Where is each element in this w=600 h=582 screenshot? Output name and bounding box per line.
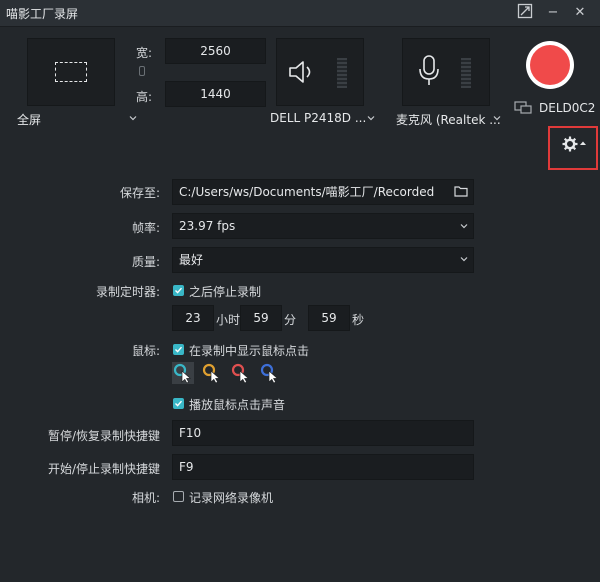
title-bar xyxy=(0,0,600,27)
fps-chevron-down-icon[interactable] xyxy=(460,222,468,230)
quality-chevron-down-icon[interactable] xyxy=(460,255,468,263)
monitor-id-label: DELD0C2 xyxy=(539,101,596,115)
click-sound-checkbox[interactable] xyxy=(173,398,184,409)
close-icon[interactable]: ✕ xyxy=(570,3,590,23)
seconds-input[interactable]: 59 xyxy=(308,305,350,331)
monitor-icon xyxy=(514,101,532,114)
height-input[interactable]: 1440 xyxy=(165,81,266,107)
fps-label: 帧率: xyxy=(131,221,160,235)
microphone-toggle[interactable] xyxy=(402,38,490,106)
display-device-chevron-down-icon[interactable] xyxy=(367,114,375,122)
cursor-color-option[interactable] xyxy=(201,362,223,384)
camera-checkbox-label: 记录网络录像机 xyxy=(189,491,274,505)
checkmark-icon xyxy=(175,400,183,407)
quality-select[interactable]: 最好 xyxy=(172,247,474,273)
capture-mode-label[interactable]: 全屏 xyxy=(17,111,41,128)
camera-checkbox[interactable] xyxy=(173,491,184,502)
save-path-label: 保存至: xyxy=(119,186,160,200)
capture-mode-chevron-down-icon[interactable] xyxy=(129,114,137,122)
display-device-label[interactable]: DELL P2418D ... xyxy=(270,111,366,125)
timer-label: 录制定时器: xyxy=(95,285,160,299)
microphone-icon xyxy=(419,55,439,85)
folder-icon[interactable] xyxy=(454,185,468,197)
width-input[interactable]: 2560 xyxy=(165,38,266,64)
speaker-icon xyxy=(289,61,311,83)
capture-region-icon xyxy=(55,62,87,82)
record-button[interactable] xyxy=(526,41,574,89)
cursor-click-icon xyxy=(202,363,221,384)
save-path-field[interactable]: C:/Users/ws/Documents/喵影工厂/Recorded xyxy=(172,179,474,205)
checkmark-icon xyxy=(175,287,183,294)
cursor-click-icon xyxy=(231,363,250,384)
cursor-color-option[interactable] xyxy=(259,362,281,384)
cursor-color-option[interactable] xyxy=(230,362,252,384)
timer-checkbox[interactable] xyxy=(173,285,184,296)
seconds-unit: 秒 xyxy=(352,313,365,327)
record-icon xyxy=(530,45,570,85)
system-audio-toggle[interactable] xyxy=(276,38,364,106)
fps-select[interactable]: 23.97 fps xyxy=(172,213,474,239)
cursor-color-option[interactable] xyxy=(172,362,194,384)
gear-icon xyxy=(562,136,586,152)
width-label: 宽: xyxy=(136,46,153,60)
show-clicks-checkbox[interactable] xyxy=(173,344,184,355)
start-hotkey-label: 开始/停止录制快捷键 xyxy=(47,462,160,476)
settings-button[interactable] xyxy=(548,126,598,170)
timer-checkbox-label: 之后停止录制 xyxy=(189,285,262,299)
cursor-color-options xyxy=(172,362,292,386)
show-clicks-label: 在录制中显示鼠标点击 xyxy=(189,344,310,358)
speaker-volume-meter xyxy=(337,58,347,88)
click-sound-label: 播放鼠标点击声音 xyxy=(189,398,286,412)
mouse-label: 鼠标: xyxy=(131,344,160,358)
cursor-click-icon xyxy=(173,363,192,384)
microphone-volume-meter xyxy=(461,58,471,88)
fullscreen-toggle-icon[interactable] xyxy=(515,3,535,23)
pause-hotkey-field[interactable]: F10 xyxy=(172,420,474,446)
audio-device-label[interactable]: 麦克风 (Realtek ... xyxy=(396,111,501,128)
height-label: 高: xyxy=(136,90,153,104)
quality-label: 质量: xyxy=(131,255,160,269)
capture-area-selector[interactable] xyxy=(27,38,115,106)
pause-hotkey-label: 暂停/恢复录制快捷键 xyxy=(47,429,160,443)
window-title: 喵影工厂录屏 xyxy=(6,7,79,21)
hours-unit: 小时 xyxy=(216,313,241,327)
hours-input[interactable]: 23 xyxy=(172,305,214,331)
aspect-lock-icon[interactable] xyxy=(139,66,145,76)
minutes-unit: 分 xyxy=(284,313,297,327)
audio-device-chevron-down-icon[interactable] xyxy=(493,114,501,122)
cursor-click-icon xyxy=(260,363,279,384)
minutes-input[interactable]: 59 xyxy=(240,305,282,331)
minimize-icon[interactable]: − xyxy=(543,3,563,23)
checkmark-icon xyxy=(175,346,183,353)
start-hotkey-field[interactable]: F9 xyxy=(172,454,474,480)
camera-label: 相机: xyxy=(131,491,160,505)
